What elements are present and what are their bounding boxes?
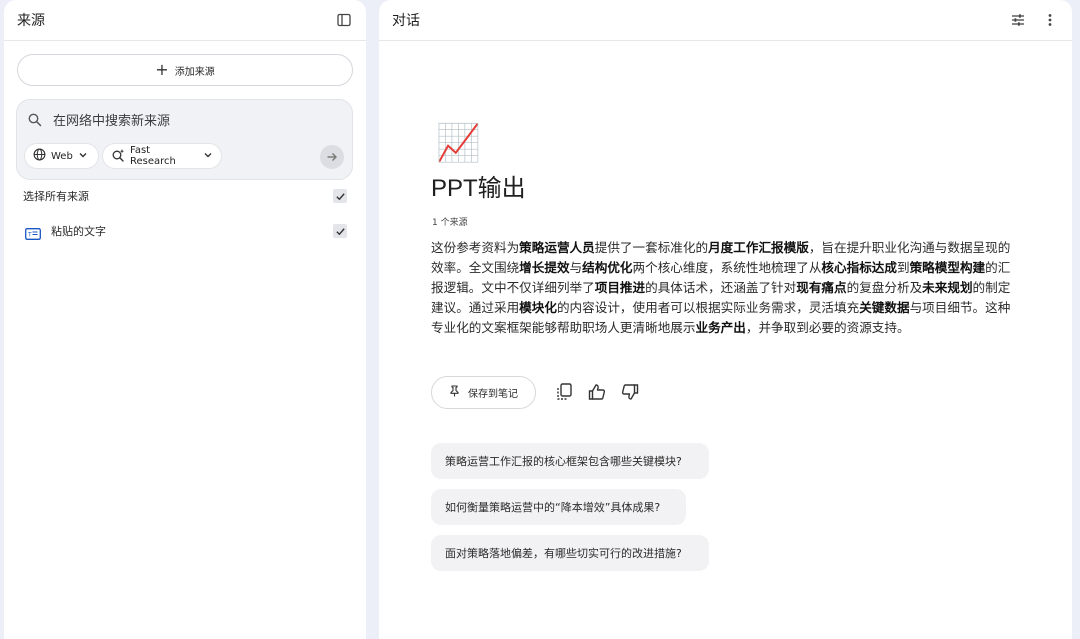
svg-text:T: T — [27, 232, 32, 239]
summary-highlight: 结构优化 — [582, 260, 633, 275]
research-chip-label: Fast Research — [130, 145, 176, 167]
summary-highlight: 核心指标达成 — [821, 260, 897, 275]
web-chip-label: Web — [51, 150, 73, 162]
summary-text: 的具体话术，还涵盖了针对 — [645, 280, 797, 295]
web-source-dropdown[interactable]: Web — [25, 144, 98, 168]
source-item-label: 粘贴的文字 — [51, 225, 106, 238]
chevron-down-icon — [203, 150, 213, 163]
pasted-text-icon: T — [25, 225, 41, 240]
summary-text: 到 — [896, 260, 910, 275]
suggested-question[interactable]: 策略运营工作汇报的核心框架包含哪些关键模块? — [431, 443, 709, 479]
save-to-note-button[interactable]: 保存到笔记 — [431, 376, 536, 409]
select-all-checkbox[interactable] — [333, 189, 347, 203]
summary-text: 两个核心维度，系统性地梳理了从 — [632, 260, 822, 275]
sources-title: 来源 — [17, 13, 45, 29]
source-count: 1 个来源 — [432, 218, 468, 228]
web-search-box: Web Fast Research — [16, 99, 353, 180]
notebook-title: PPT输出 — [431, 175, 526, 202]
source-item-checkbox[interactable] — [333, 224, 347, 238]
pin-icon — [449, 385, 460, 400]
copy-icon[interactable] — [553, 381, 575, 403]
suggested-question[interactable]: 面对策略落地偏差，有哪些切实可行的改进措施? — [431, 535, 709, 571]
summary-highlight: 策略运营人员 — [519, 240, 595, 255]
thumbs-down-icon[interactable] — [619, 381, 641, 403]
summary-highlight: 未来规划 — [922, 280, 973, 295]
plus-icon: + — [155, 60, 169, 79]
chat-title: 对话 — [392, 13, 420, 29]
select-all-label: 选择所有来源 — [23, 190, 89, 203]
summary-highlight: 策略模型构建 — [909, 260, 986, 275]
summary-highlight: 关键数据 — [859, 300, 910, 315]
source-item[interactable]: T 粘贴的文字 — [23, 221, 349, 241]
select-all-sources-row[interactable]: 选择所有来源 — [23, 186, 349, 206]
more-vert-icon[interactable] — [1040, 10, 1060, 30]
summary-text: 与 — [569, 260, 583, 275]
summary-text: 的内容设计，使用者可以根据实际业务需求，灵活填充 — [556, 300, 860, 315]
summary-text: 的复盘分析及 — [846, 280, 923, 295]
add-source-label: 添加来源 — [174, 66, 215, 78]
summary-highlight: 业务产出 — [695, 320, 746, 335]
sources-panel: 来源 + 添加来源 Web Fast Research — [4, 0, 366, 639]
search-input[interactable] — [53, 110, 333, 132]
research-mode-dropdown[interactable]: Fast Research — [103, 144, 221, 168]
arrow-right-icon — [326, 148, 338, 167]
suggested-question[interactable]: 如何衡量策略运营中的“降本增效”具体成果? — [431, 489, 686, 525]
sources-header: 来源 — [4, 0, 366, 41]
notebook-summary: 这份参考资料为策略运营人员提供了一套标准化的月度工作汇报模版，旨在提升职业化沟通… — [431, 238, 1011, 338]
summary-text: 这份参考资料为 — [431, 240, 520, 255]
globe-icon — [33, 148, 46, 164]
summary-highlight: 项目推进 — [594, 280, 646, 295]
summary-highlight: 增长提效 — [519, 260, 570, 275]
chart-emoji-icon: 📈 — [436, 123, 481, 164]
chat-panel: 对话 📈 PPT输出 1 个来源 这份参考资料为策略运营人员提供了一套标准化的月… — [379, 0, 1072, 639]
summary-highlight: 模块化 — [519, 300, 557, 315]
chevron-down-icon — [78, 150, 88, 163]
collapse-panel-icon[interactable] — [334, 10, 354, 30]
tune-settings-icon[interactable] — [1008, 10, 1028, 30]
search-icon — [27, 112, 43, 128]
chat-header: 对话 — [379, 0, 1072, 41]
summary-text: ，并争取到必要的资源支持。 — [745, 320, 910, 335]
add-source-button[interactable]: + 添加来源 — [17, 54, 353, 86]
submit-search-button[interactable] — [320, 145, 344, 169]
save-to-note-label: 保存到笔记 — [468, 389, 518, 400]
sparkle-search-icon — [111, 148, 125, 165]
thumbs-up-icon[interactable] — [586, 381, 608, 403]
summary-highlight: 月度工作汇报模版 — [708, 240, 809, 255]
summary-text: 提供了一套标准化的 — [594, 240, 709, 255]
summary-highlight: 现有痛点 — [796, 280, 847, 295]
